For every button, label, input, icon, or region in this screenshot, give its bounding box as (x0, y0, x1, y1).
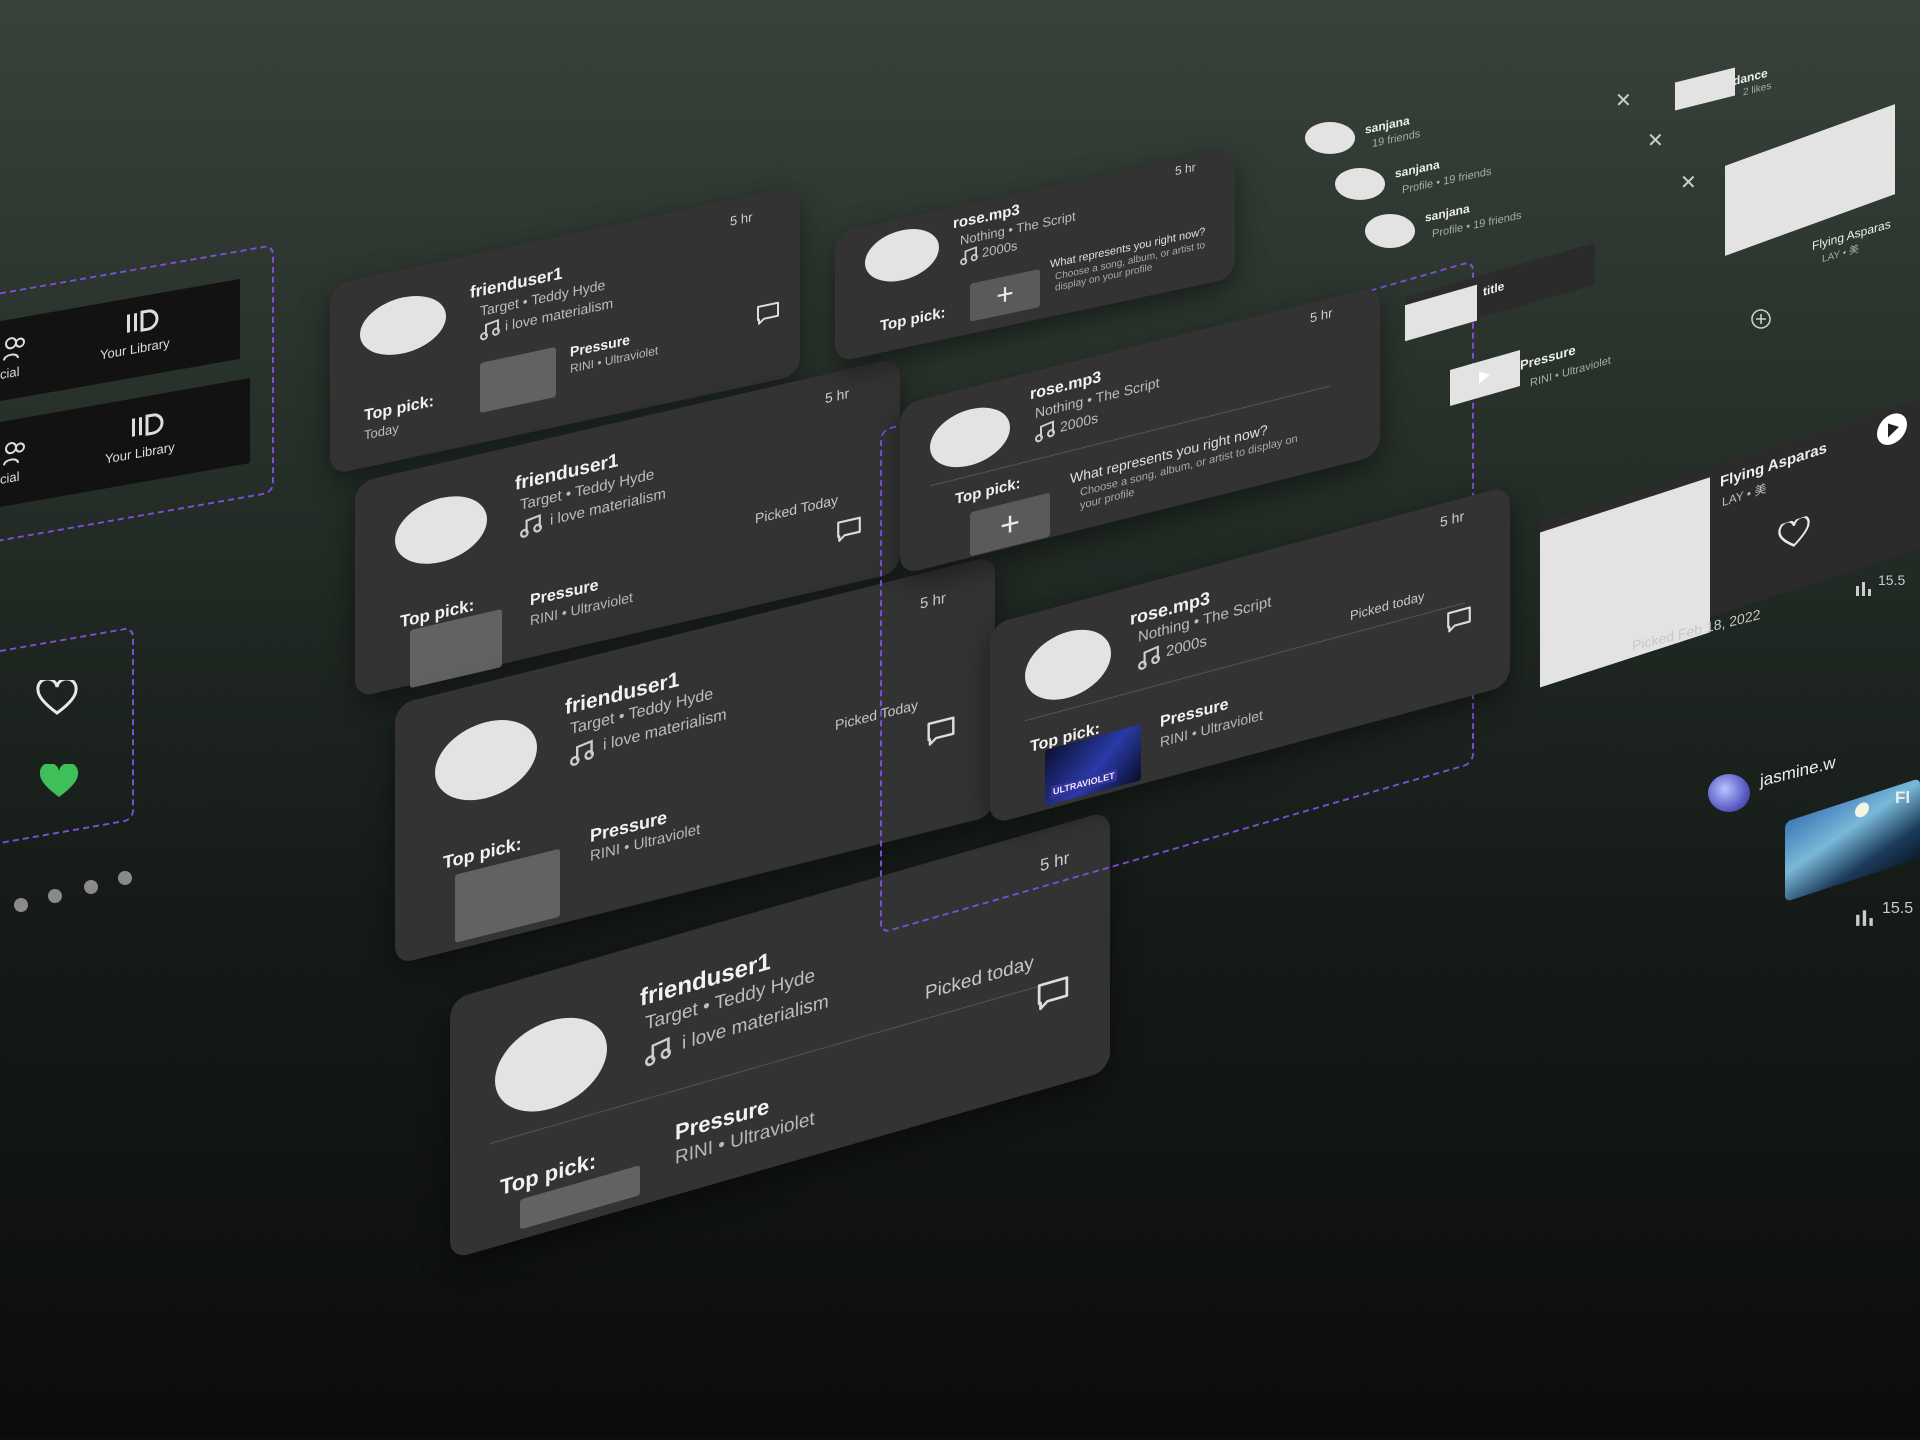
timestamp: 5 hr (1175, 159, 1196, 179)
avatar[interactable] (435, 709, 537, 811)
add-pick-button[interactable]: + (970, 268, 1040, 322)
avatar[interactable] (1305, 122, 1355, 154)
picked-label: Picked Today (755, 491, 839, 527)
avatar[interactable] (495, 1004, 607, 1125)
post-plays: 15.5 (1882, 900, 1914, 917)
nav-social-label[interactable]: cial (0, 364, 20, 382)
heart-component-set (0, 626, 134, 848)
feature-title[interactable]: Flying Asparas (1720, 439, 1827, 491)
play-button[interactable] (1875, 407, 1909, 452)
heart-filled-icon[interactable] (38, 764, 80, 800)
add-circle-icon[interactable] (1750, 308, 1772, 330)
library-icon[interactable] (130, 411, 164, 439)
feature-cover[interactable] (1540, 477, 1710, 688)
avatar[interactable] (1365, 214, 1415, 248)
timestamp: 5 hr (1440, 507, 1465, 531)
design-canvas: cial Your Library cial Your Library frie… (0, 0, 1920, 1440)
social-icon[interactable] (2, 437, 28, 468)
timestamp: 5 hr (730, 209, 753, 229)
music-note-icon (1035, 420, 1055, 443)
pagination-dot[interactable] (48, 889, 62, 903)
playlist-thumbnail[interactable] (1675, 67, 1735, 111)
nav-library-label[interactable]: Your Library (105, 439, 175, 466)
comment-icon[interactable] (755, 299, 781, 327)
close-icon[interactable]: ✕ (1680, 170, 1697, 195)
moon-shape (1855, 800, 1869, 820)
pagination-dot[interactable] (84, 880, 98, 894)
close-icon[interactable]: ✕ (1647, 128, 1664, 153)
top-pick-label: Top pick: (880, 304, 946, 335)
picked-label: Picked today (1350, 588, 1425, 624)
user-avatar[interactable] (1708, 774, 1750, 812)
music-note-icon (520, 513, 542, 539)
plays-icon (1855, 580, 1873, 596)
plus-icon: + (1000, 502, 1020, 546)
feature-plays: 15.5 (1878, 572, 1906, 588)
plus-icon: + (996, 276, 1014, 314)
heart-icon[interactable] (36, 680, 78, 716)
music-note-icon (1138, 645, 1160, 671)
post-title[interactable]: Fl (1895, 788, 1910, 808)
avatar[interactable] (930, 399, 1010, 476)
library-icon[interactable] (125, 307, 159, 335)
post-username[interactable]: jasmine.w (1760, 753, 1836, 792)
music-note-icon (570, 739, 594, 767)
play-icon[interactable] (1476, 366, 1492, 387)
comment-icon[interactable] (1445, 603, 1473, 635)
nav-library-label[interactable]: Your Library (100, 335, 170, 362)
avatar[interactable] (1335, 168, 1385, 200)
comment-icon[interactable] (1035, 972, 1071, 1014)
nav-social-label[interactable]: cial (0, 469, 20, 487)
timestamp: 5 hr (1310, 305, 1333, 326)
album-cover[interactable] (480, 346, 556, 414)
social-icon[interactable] (2, 332, 28, 363)
title-chip[interactable]: title (1405, 242, 1595, 342)
avatar[interactable] (395, 487, 487, 573)
avatar[interactable] (865, 222, 939, 289)
avatar[interactable] (360, 288, 446, 363)
avatar[interactable] (1025, 620, 1111, 710)
feature-card[interactable]: Flying Asparas LAY • 美 (1540, 397, 1920, 688)
pagination-dot[interactable] (118, 871, 132, 885)
music-note-icon (480, 318, 500, 341)
comment-icon[interactable] (835, 514, 863, 544)
music-note-icon (645, 1036, 671, 1067)
picked-label: Picked today (925, 952, 1034, 1005)
title-chip-label: title (1483, 278, 1505, 299)
timestamp: 5 hr (825, 384, 850, 407)
close-icon[interactable]: ✕ (1615, 88, 1632, 113)
plays-icon (1855, 908, 1875, 926)
music-note-icon (960, 246, 978, 266)
profile-card-empty[interactable]: rose.mp3 Nothing • The Script 2000s 5 hr… (835, 147, 1235, 363)
pagination-dot[interactable] (14, 898, 28, 912)
heart-icon[interactable] (1778, 515, 1810, 553)
